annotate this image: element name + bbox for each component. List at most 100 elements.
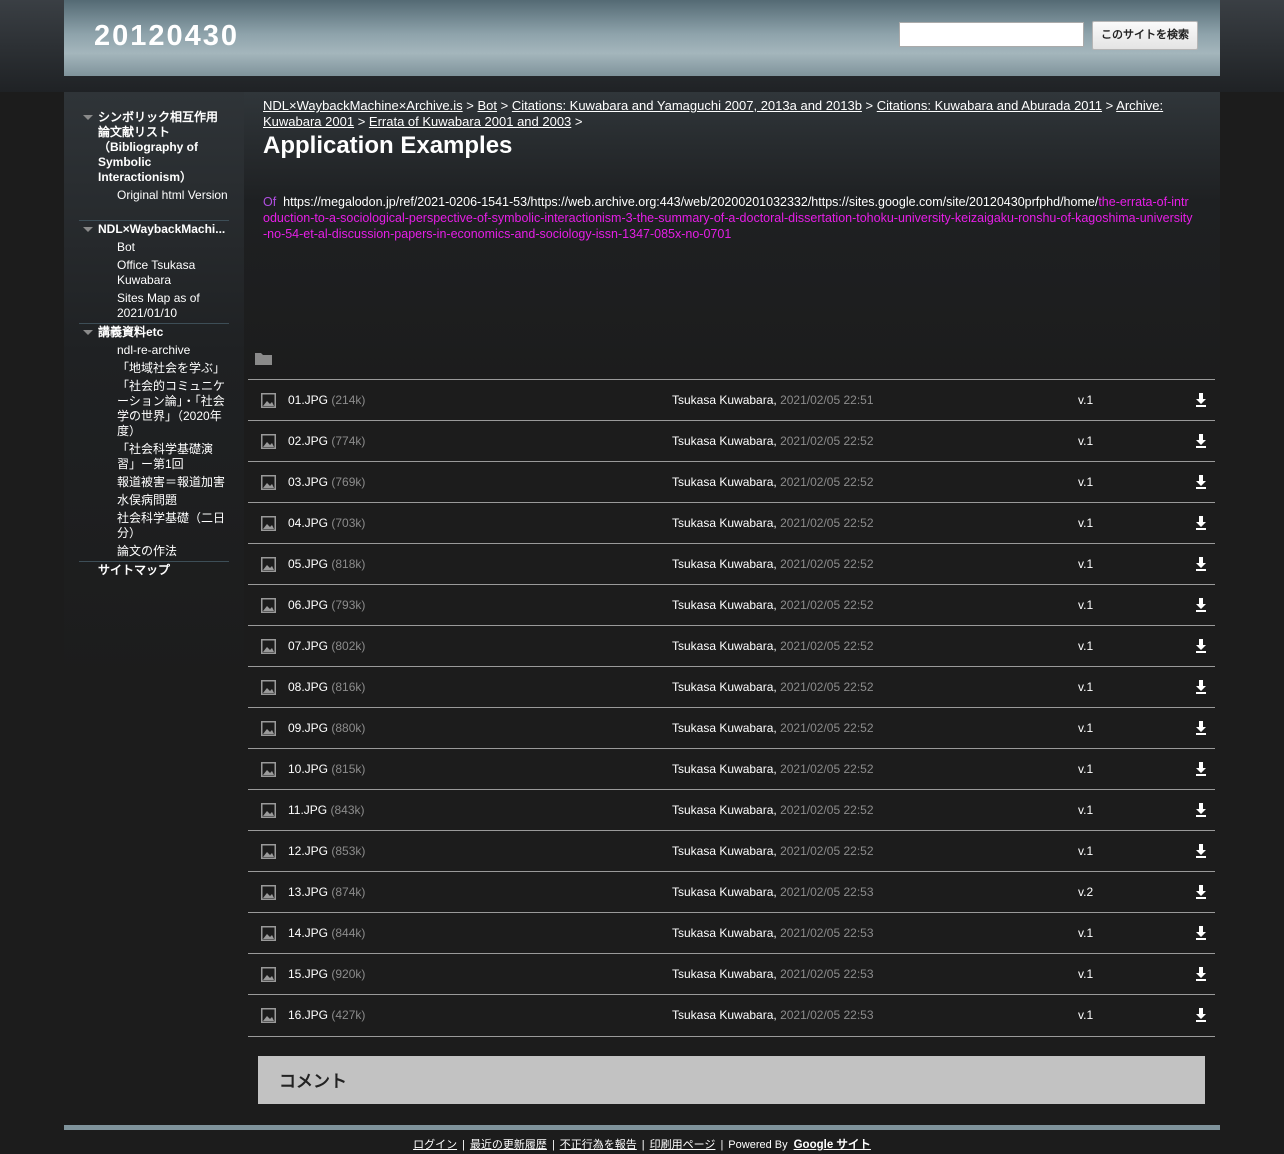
download-arrow-icon[interactable]	[1195, 762, 1207, 776]
triangle-down-icon[interactable]	[83, 115, 93, 120]
file-version-link[interactable]: v.2	[1078, 885, 1093, 899]
file-row[interactable]: 10.JPG (815k) Tsukasa Kuwabara, 2021/02/0…	[248, 748, 1215, 790]
file-version-link[interactable]: v.1	[1078, 803, 1093, 817]
file-name-link[interactable]: 11.JPG	[288, 803, 327, 817]
download-arrow-icon[interactable]	[1195, 475, 1207, 489]
file-row[interactable]: 16.JPG (427k) Tsukasa Kuwabara, 2021/02/0…	[248, 994, 1215, 1037]
download-arrow-icon[interactable]	[1195, 926, 1207, 940]
sidebar-item-ndl-re-archive[interactable]: ndl-re-archive	[117, 343, 231, 358]
file-version-link[interactable]: v.1	[1078, 598, 1093, 612]
file-name-link[interactable]: 10.JPG	[288, 762, 328, 776]
download-arrow-icon[interactable]	[1195, 639, 1207, 653]
sidebar-item-bibliography[interactable]: シンボリック相互作用論文献リスト（Bibliography of Symboli…	[98, 110, 220, 185]
file-version-link[interactable]: v.1	[1078, 762, 1093, 776]
file-row[interactable]: 02.JPG (774k) Tsukasa Kuwabara, 2021/02/0…	[248, 420, 1215, 462]
file-name-link[interactable]: 14.JPG	[288, 926, 328, 940]
breadcrumb-link[interactable]: Errata of Kuwabara 2001 and 2003	[369, 114, 571, 129]
file-version-link[interactable]: v.1	[1078, 434, 1093, 448]
download-arrow-icon[interactable]	[1195, 434, 1207, 448]
triangle-down-icon[interactable]	[83, 330, 93, 335]
download-arrow-icon[interactable]	[1195, 844, 1207, 858]
sidebar-item-local-society[interactable]: 「地域社会を学ぶ」	[117, 361, 231, 376]
download-arrow-icon[interactable]	[1195, 557, 1207, 571]
file-version-link[interactable]: v.1	[1078, 967, 1093, 981]
site-title[interactable]: 20120430	[94, 20, 239, 53]
file-name-link[interactable]: 06.JPG	[288, 598, 328, 612]
file-version-link[interactable]: v.1	[1078, 516, 1093, 530]
breadcrumb-link[interactable]: Citations: Kuwabara and Yamaguchi 2007, …	[512, 98, 862, 113]
breadcrumb-link[interactable]: NDL×WaybackMachine×Archive.is	[263, 98, 463, 113]
sidebar-item-original-html[interactable]: Original html Version	[117, 188, 231, 203]
file-row[interactable]: 04.JPG (703k) Tsukasa Kuwabara, 2021/02/0…	[248, 502, 1215, 544]
sidebar-item-minamata[interactable]: 水俣病問題	[117, 493, 231, 508]
file-row[interactable]: 12.JPG (853k) Tsukasa Kuwabara, 2021/02/0…	[248, 830, 1215, 872]
download-arrow-icon[interactable]	[1195, 393, 1207, 407]
sidebar-item-office[interactable]: Office Tsukasa Kuwabara	[117, 258, 231, 288]
file-row[interactable]: 05.JPG (818k) Tsukasa Kuwabara, 2021/02/0…	[248, 543, 1215, 585]
file-row[interactable]: 13.JPG (874k) Tsukasa Kuwabara, 2021/02/0…	[248, 871, 1215, 913]
footer-print-page-link[interactable]: 印刷用ページ	[650, 1139, 716, 1151]
file-version-link[interactable]: v.1	[1078, 475, 1093, 489]
footer-google-sites-link[interactable]: Google サイト	[794, 1139, 871, 1151]
file-version-link[interactable]: v.1	[1078, 557, 1093, 571]
sidebar-item-communication[interactable]: 「社会的コミュニケーション論」・「社会学の世界」（2020年度）	[117, 379, 231, 439]
file-version-link[interactable]: v.1	[1078, 721, 1093, 735]
file-name-link[interactable]: 09.JPG	[288, 721, 328, 735]
file-version-link[interactable]: v.1	[1078, 844, 1093, 858]
sidebar-item-press-damage[interactable]: 報道被害＝報道加害	[117, 475, 231, 490]
download-arrow-icon[interactable]	[1195, 516, 1207, 530]
file-row[interactable]: 03.JPG (769k) Tsukasa Kuwabara, 2021/02/0…	[248, 461, 1215, 503]
file-name-link[interactable]: 16.JPG	[288, 1008, 328, 1022]
triangle-down-icon[interactable]	[83, 227, 93, 232]
download-arrow-icon[interactable]	[1195, 967, 1207, 981]
breadcrumb-separator: >	[357, 114, 366, 129]
file-version-link[interactable]: v.1	[1078, 639, 1093, 653]
sidebar-item-social-science-basics[interactable]: 社会科学基礎（二日分）	[117, 511, 231, 541]
sidebar-item-paper-manners[interactable]: 論文の作法	[117, 544, 231, 559]
file-name-link[interactable]: 12.JPG	[288, 844, 328, 858]
file-name-link[interactable]: 07.JPG	[288, 639, 328, 653]
file-row[interactable]: 15.JPG (920k) Tsukasa Kuwabara, 2021/02/0…	[248, 953, 1215, 995]
sidebar-item-lecture-materials[interactable]: 講義資料etc	[98, 325, 229, 340]
download-arrow-icon[interactable]	[1195, 803, 1207, 817]
file-row[interactable]: 09.JPG (880k) Tsukasa Kuwabara, 2021/02/0…	[248, 707, 1215, 749]
file-name-link[interactable]: 08.JPG	[288, 680, 328, 694]
file-name-link[interactable]: 05.JPG	[288, 557, 328, 571]
file-name-link[interactable]: 15.JPG	[288, 967, 328, 981]
file-row[interactable]: 01.JPG (214k) Tsukasa Kuwabara, 2021/02/0…	[248, 379, 1215, 421]
file-name-link[interactable]: 04.JPG	[288, 516, 328, 530]
file-row[interactable]: 07.JPG (802k) Tsukasa Kuwabara, 2021/02/0…	[248, 625, 1215, 667]
file-name-link[interactable]: 01.JPG	[288, 393, 328, 407]
download-arrow-icon[interactable]	[1195, 885, 1207, 899]
footer-recent-changes-link[interactable]: 最近の更新履歴	[470, 1139, 547, 1151]
file-date: 2021/02/05 22:51	[780, 393, 874, 407]
search-input[interactable]	[899, 22, 1084, 47]
file-row[interactable]: 06.JPG (793k) Tsukasa Kuwabara, 2021/02/0…	[248, 584, 1215, 626]
sidebar-item-sites-map[interactable]: Sites Map as of 2021/01/10	[117, 291, 231, 321]
file-row[interactable]: 08.JPG (816k) Tsukasa Kuwabara, 2021/02/0…	[248, 666, 1215, 708]
file-version-link[interactable]: v.1	[1078, 926, 1093, 940]
sidebar: シンボリック相互作用論文献リスト（Bibliography of Symboli…	[64, 92, 244, 1114]
download-arrow-icon[interactable]	[1195, 721, 1207, 735]
download-arrow-icon[interactable]	[1195, 1008, 1207, 1022]
file-name-link[interactable]: 13.JPG	[288, 885, 328, 899]
sidebar-item-ndl-wayback[interactable]: NDL×WaybackMachi...	[98, 222, 233, 237]
sidebar-item-social-science-seminar[interactable]: 「社会科学基礎演習」ー第1回	[117, 442, 231, 472]
file-name-link[interactable]: 02.JPG	[288, 434, 328, 448]
footer-login-link[interactable]: ログイン	[413, 1139, 457, 1151]
file-version-link[interactable]: v.1	[1078, 680, 1093, 694]
download-arrow-icon[interactable]	[1195, 598, 1207, 612]
file-version-link[interactable]: v.1	[1078, 393, 1093, 407]
sidebar-divider	[79, 323, 229, 324]
file-version-link[interactable]: v.1	[1078, 1008, 1093, 1022]
download-arrow-icon[interactable]	[1195, 680, 1207, 694]
file-row[interactable]: 14.JPG (844k) Tsukasa Kuwabara, 2021/02/0…	[248, 912, 1215, 954]
breadcrumb-link[interactable]: Citations: Kuwabara and Aburada 2011	[877, 98, 1102, 113]
sidebar-item-sitemap[interactable]: サイトマップ	[98, 563, 229, 578]
search-button[interactable]: このサイトを検索	[1092, 21, 1198, 50]
footer-report-abuse-link[interactable]: 不正行為を報告	[560, 1139, 637, 1151]
file-name-link[interactable]: 03.JPG	[288, 475, 328, 489]
breadcrumb-link[interactable]: Bot	[478, 98, 498, 113]
file-row[interactable]: 11.JPG (843k) Tsukasa Kuwabara, 2021/02/0…	[248, 789, 1215, 831]
sidebar-item-bot[interactable]: Bot	[117, 240, 231, 255]
